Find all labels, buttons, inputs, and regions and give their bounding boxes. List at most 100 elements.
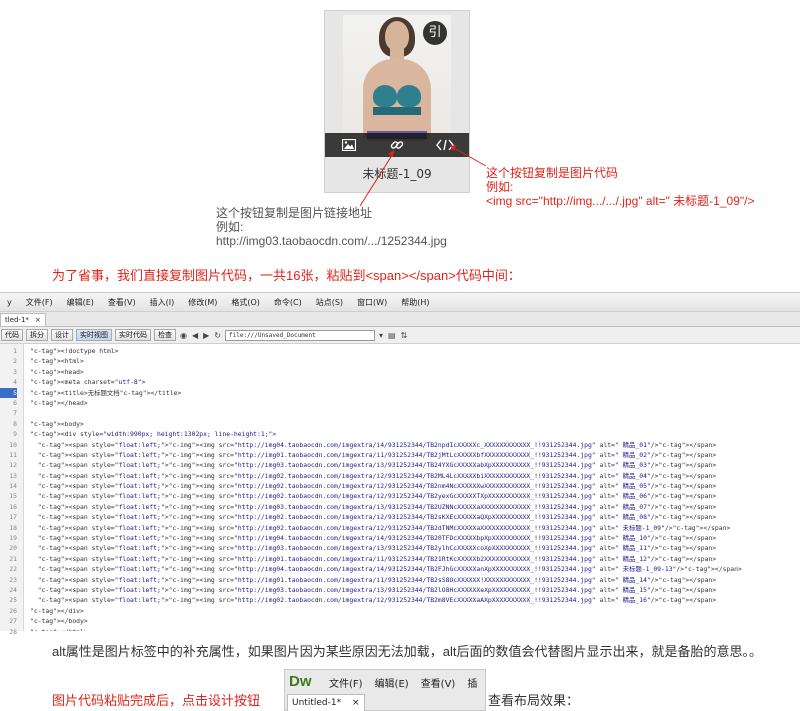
link-note-line-1: 这个按钮复制是图片链接地址 <box>216 206 373 220</box>
chevron-down-icon[interactable]: ▾ <box>378 331 384 340</box>
line-number: 4 <box>13 378 17 387</box>
view-options-icon[interactable]: ▤ <box>387 331 397 340</box>
split-view-button[interactable]: 拆分 <box>26 329 48 341</box>
code-line[interactable]: "c-tag"><span style="float:left;">"c-img… <box>30 543 800 553</box>
document-tab-label: tled-1* <box>5 316 29 324</box>
link-note-line-3: http://img03.taobaocdn.com/.../1252344.j… <box>216 234 447 248</box>
menu-item-insert[interactable]: 插入(I) <box>143 297 182 308</box>
line-number: 11 <box>9 450 17 459</box>
line-number: 23 <box>9 575 17 584</box>
dreamweaver-logo: Dw <box>289 673 312 690</box>
code-line[interactable]: "c-tag"></body> <box>30 616 800 626</box>
code-line[interactable]: "c-tag"><meta charset="utf-8"> <box>30 377 800 387</box>
code-note-line-1: 这个按钮复制是图片代码 <box>486 166 619 180</box>
code-line[interactable]: "c-tag"><span style="float:left;">"c-img… <box>30 564 800 574</box>
mini-menu-file[interactable]: 文件(F) <box>329 675 363 690</box>
mini-dreamweaver-header: Dw 文件(F) 编辑(E) 查看(V) 插 Untitled-1* × <box>284 669 486 711</box>
line-number: 26 <box>9 606 17 615</box>
inspect-button[interactable]: 检查 <box>154 329 176 341</box>
code-line[interactable]: "c-tag"><span style="float:left;">"c-img… <box>30 585 800 595</box>
document-tab-bar: tled-1* × <box>0 312 800 327</box>
address-input[interactable]: file:///Unsaved_Document <box>225 329 375 341</box>
line-number: 19 <box>9 534 17 543</box>
line-number: 20 <box>9 544 17 553</box>
line-number: 10 <box>9 440 17 449</box>
line-number: 3 <box>13 367 17 376</box>
line-number: 22 <box>9 565 17 574</box>
menu-item-view[interactable]: 查看(V) <box>101 297 143 308</box>
code-line[interactable]: "c-tag"></html> <box>30 627 800 631</box>
code-line[interactable]: "c-tag"><span style="float:left;">"c-img… <box>30 491 800 501</box>
code-line[interactable]: "c-tag"><span style="float:left;">"c-img… <box>30 595 800 605</box>
code-line[interactable]: "c-tag"><span style="float:left;">"c-img… <box>30 481 800 491</box>
forward-arrow-icon[interactable]: ▶ <box>202 331 210 340</box>
dreamweaver-window: y 文件(F) 编辑(E) 查看(V) 插入(I) 修改(M) 格式(O) 命令… <box>0 292 800 636</box>
design-view-button[interactable]: 设计 <box>51 329 73 341</box>
line-number: 28 <box>9 627 17 636</box>
line-number: 9 <box>13 430 17 439</box>
code-line[interactable]: "c-tag"><span style="float:left;">"c-img… <box>30 512 800 522</box>
code-line[interactable]: "c-tag"><html> <box>30 356 800 366</box>
code-line[interactable]: "c-tag"></div> <box>30 606 800 616</box>
menu-item-commands[interactable]: 命令(C) <box>267 297 309 308</box>
sort-icon[interactable]: ⇅ <box>400 331 409 340</box>
code-line[interactable]: "c-tag"><span style="float:left;">"c-img… <box>30 533 800 543</box>
code-line[interactable] <box>30 408 800 418</box>
menu-item-window[interactable]: 窗口(W) <box>350 297 394 308</box>
menu-item-edit[interactable]: 编辑(E) <box>60 297 101 308</box>
menu-item-modify[interactable]: 修改(M) <box>181 297 224 308</box>
code-line[interactable]: "c-tag"></head> <box>30 398 800 408</box>
refresh-icon[interactable]: ↻ <box>213 331 222 340</box>
code-lines[interactable]: "c-tag"><!doctype html> "c-tag"><html> "c-… <box>24 344 800 631</box>
live-code-button[interactable]: 实时代码 <box>115 329 151 341</box>
mini-menu-edit[interactable]: 编辑(E) <box>375 675 409 690</box>
back-arrow-icon[interactable]: ◀ <box>191 331 199 340</box>
close-icon[interactable]: × <box>35 314 41 326</box>
line-number: 17 <box>9 513 17 522</box>
code-line[interactable]: "c-tag"><head> <box>30 367 800 377</box>
mini-tab-label: Untitled-1* <box>292 698 342 708</box>
code-line[interactable]: "c-tag"><span style="float:left;">"c-img… <box>30 523 800 533</box>
document-tab[interactable]: tled-1* × <box>0 313 46 326</box>
code-line[interactable]: "c-tag"><!doctype html> <box>30 346 800 356</box>
link-button-note: 这个按钮复制是图片链接地址 例如: http://img03.taobaocdn… <box>216 206 447 248</box>
line-number: 25 <box>9 596 17 605</box>
line-number: 12 <box>9 461 17 470</box>
code-line[interactable]: "c-tag"><span style="float:left;">"c-img… <box>30 440 800 450</box>
code-line[interactable]: "c-tag"><span style="float:left;">"c-img… <box>30 450 800 460</box>
code-note-line-3: <img src="http://img.../.../.jpg" alt=" … <box>486 194 755 208</box>
code-line[interactable]: "c-tag"><div style="width:990px; height:… <box>30 429 800 439</box>
code-line[interactable]: "c-tag"><span style="float:left;">"c-img… <box>30 554 800 564</box>
code-line[interactable]: "c-tag"><body> <box>30 419 800 429</box>
mini-menu-view[interactable]: 查看(V) <box>421 675 456 690</box>
live-view-button[interactable]: 实时视图 <box>76 329 112 341</box>
code-view-button[interactable]: 代码 <box>1 329 23 341</box>
globe-icon[interactable]: ◉ <box>179 331 188 340</box>
line-number: 13 <box>9 471 17 480</box>
link-note-line-2: 例如: <box>216 220 244 234</box>
code-line[interactable]: "c-tag"><span style="float:left;">"c-img… <box>30 575 800 585</box>
menu-item-format[interactable]: 格式(O) <box>224 297 267 308</box>
menu-item-help[interactable]: 帮助(H) <box>394 297 436 308</box>
code-line[interactable]: "c-tag"><span style="float:left;">"c-img… <box>30 502 800 512</box>
code-editor[interactable]: 1 2 3 4 5 6 7 8 9 10 11 12 13 14 15 16 17 18 19 20 21 22 23 24 2… <box>0 344 800 636</box>
layout-preview-text: 查看布局效果： <box>488 693 580 708</box>
code-line[interactable]: "c-tag"><span style="float:left;">"c-img… <box>30 460 800 470</box>
line-number: 24 <box>9 585 17 594</box>
close-icon[interactable]: × <box>352 698 360 708</box>
line-number: 15 <box>9 492 17 501</box>
line-number: 18 <box>9 523 17 532</box>
menu-item-partial[interactable]: y <box>0 298 19 307</box>
line-number: 1 <box>13 347 17 355</box>
code-line[interactable]: "c-tag"><title>无标题文档"c-tag"></title> <box>30 388 800 398</box>
code-note-line-2: 例如: <box>486 180 514 194</box>
arrow-to-link <box>359 151 395 207</box>
alt-explanation: alt属性是图片标签中的补充属性，如果图片因为某些原因无法加载，alt后面的数值… <box>52 644 762 659</box>
code-line[interactable]: "c-tag"><span style="float:left;">"c-img… <box>30 471 800 481</box>
menu-item-file[interactable]: 文件(F) <box>19 297 60 308</box>
menu-item-site[interactable]: 站点(S) <box>309 297 350 308</box>
mini-menu-insert-partial[interactable]: 插 <box>467 675 477 690</box>
line-number: 14 <box>9 482 17 491</box>
document-toolbar: 代码 拆分 设计 实时视图 实时代码 检查 ◉ ◀ ▶ ↻ file:///Un… <box>0 327 800 344</box>
mini-document-tab[interactable]: Untitled-1* × <box>287 694 365 711</box>
